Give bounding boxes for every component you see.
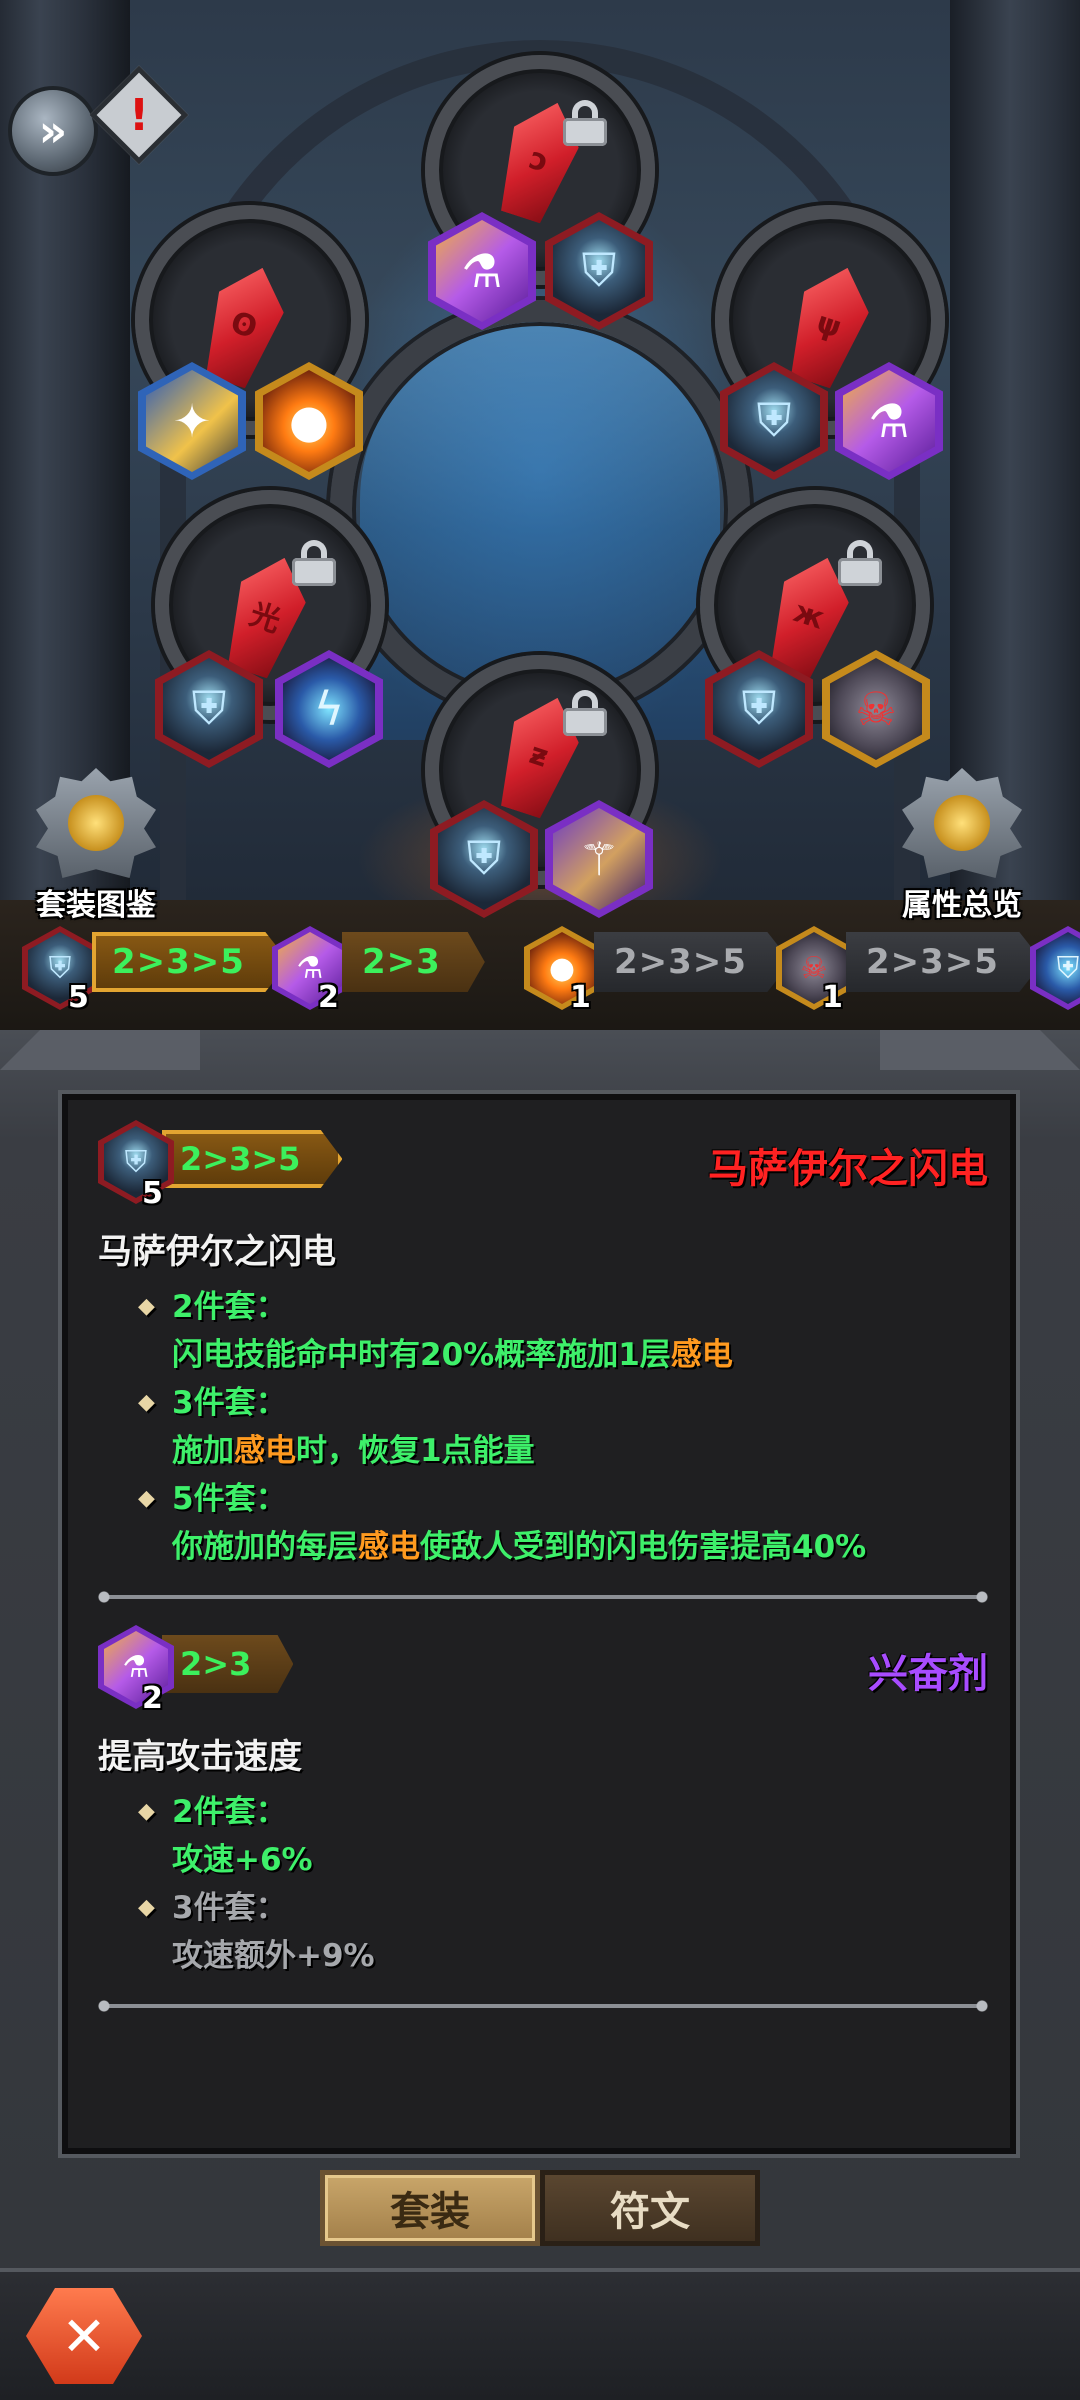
helm-icon: ⛨ (1030, 926, 1080, 1010)
set-piece-count: 1 (822, 980, 843, 1015)
tab-bar: 套装 符文 (320, 2170, 760, 2246)
codex-emblem-icon (36, 768, 156, 878)
set-piece-count: 2 (318, 980, 339, 1015)
keyword-shock[interactable]: 感电 (671, 1337, 733, 1373)
set-tier-progress: 2>3>5 (594, 932, 791, 992)
close-x-icon: ✕ (61, 2304, 107, 2368)
set-detail-lightning: 2>3>5 ⛨ 5 马萨伊尔之闪电 马萨伊尔之闪电 2件套： 闪电技能命中时有2… (98, 1120, 988, 1605)
keyword-shock[interactable]: 感电 (234, 1433, 296, 1469)
lock-icon (563, 690, 607, 736)
expand-button[interactable]: » (8, 86, 98, 176)
bonus-tier-label: 3件套： (138, 1379, 988, 1427)
bonus-effect: 闪电技能命中时有20%概率施加1层感电 (172, 1337, 733, 1373)
tab-runes[interactable]: 符文 (540, 2170, 760, 2246)
close-button[interactable]: ✕ (18, 2280, 150, 2392)
overview-emblem-icon (902, 768, 1022, 878)
set-piece-count: 5 (142, 1176, 163, 1211)
double-chevron-right-icon: » (38, 105, 68, 157)
lock-icon (563, 100, 607, 146)
set-piece-count: 5 (68, 980, 89, 1015)
set-tier-progress: 2>3 (342, 932, 485, 992)
lock-icon (292, 540, 336, 586)
attribute-overview-button[interactable]: 属性总览 (882, 768, 1042, 924)
set-piece-count: 1 (570, 980, 591, 1015)
bonus-effect: 施加感电时，恢复1点能量 (172, 1433, 535, 1469)
set-bonus-list: 2件套： 闪电技能命中时有20%概率施加1层感电 3件套： 施加感电时，恢复1点… (98, 1283, 988, 1571)
set-codex-button[interactable]: 套装图鉴 (16, 768, 176, 924)
equipment-scene: ↄ ⚗ ⛨ ʘ ✦ ● ψ ⛨ ⚗ 光 ⛨ ϟ ж ⛨ ☠ ƶ ⛨ ⚚ » ! … (0, 0, 1080, 1040)
set-detail-stimulant: 2>3 ⚗ 2 兴奋剂 提高攻击速度 2件套： 攻速+6% 3件套： 攻速额外+… (98, 1625, 988, 2014)
bottom-bar (0, 2268, 1080, 2400)
section-divider (98, 1998, 988, 2014)
bonus-effect: 攻速+6% (172, 1842, 313, 1878)
set-tier-progress: 2>3>5 (846, 932, 1043, 992)
bonus-effect: 你施加的每层感电使敌人受到的闪电伤害提高40% (172, 1529, 867, 1565)
set-tier-progress: 2>3 (162, 1635, 294, 1693)
section-divider (98, 1589, 988, 1605)
bonus-tier-label: 2件套： (138, 1788, 988, 1836)
set-piece-count: 2 (142, 1681, 163, 1716)
exclamation-icon: ! (128, 89, 150, 141)
bonus-tier-label: 2件套： (138, 1283, 988, 1331)
set-description: 马萨伊尔之闪电 (98, 1232, 336, 1272)
set-name: 兴奋剂 (868, 1651, 988, 1697)
bonus-effect: 攻速额外+9% (172, 1938, 375, 1974)
set-details-panel: 2>3>5 ⛨ 5 马萨伊尔之闪电 马萨伊尔之闪电 2件套： 闪电技能命中时有2… (62, 1094, 1016, 2154)
set-summary-strip: ⛨ 2>3>5 5 ⚗ 2>3 2 ● 2>3>5 1 ☠ 2>3>5 1 ⛨ (0, 918, 1080, 1018)
set-name: 马萨伊尔之闪电 (708, 1146, 988, 1192)
bonus-tier-label: 5件套： (138, 1475, 988, 1523)
set-description: 提高攻击速度 (98, 1737, 302, 1777)
set-tier-progress: 2>3>5 (92, 932, 289, 992)
bonus-tier-label: 3件套： (138, 1884, 988, 1932)
set-header: 2>3 ⚗ 2 兴奋剂 (98, 1625, 988, 1716)
tab-sets[interactable]: 套装 (320, 2170, 540, 2246)
keyword-shock[interactable]: 感电 (358, 1529, 420, 1565)
set-bonus-list: 2件套： 攻速+6% 3件套： 攻速额外+9% (98, 1788, 988, 1980)
set-header: 2>3>5 ⛨ 5 马萨伊尔之闪电 (98, 1120, 988, 1211)
set-tier-progress: 2>3>5 (162, 1130, 343, 1188)
lock-icon (838, 540, 882, 586)
